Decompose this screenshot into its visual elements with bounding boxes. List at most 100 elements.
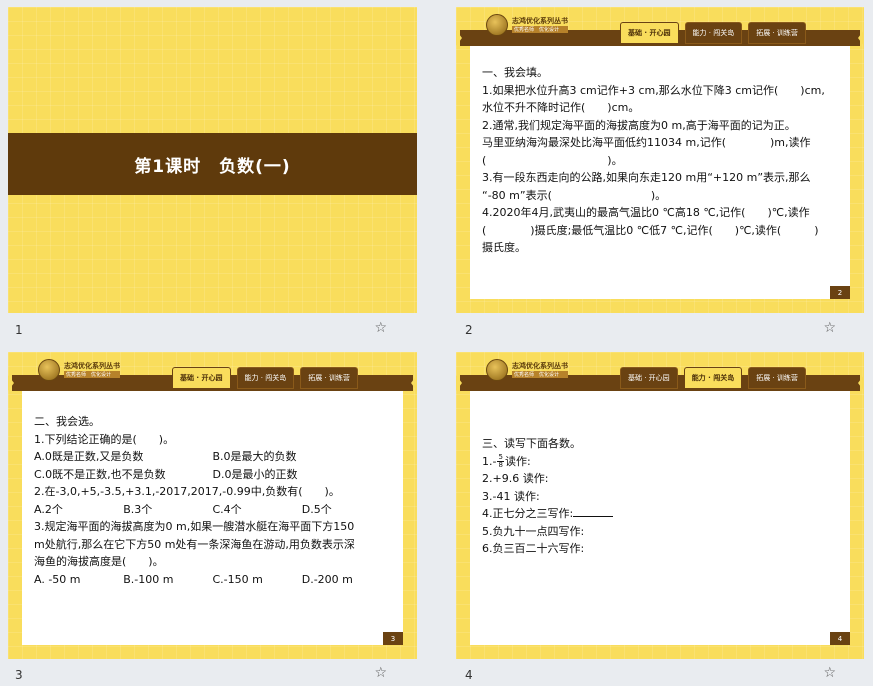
slide-footer-4: 4 ☆ [465,665,836,686]
option-d: D.-200 m [301,572,353,586]
banner-notch-left [8,375,14,391]
read-write-item: 3.-41 读作: [482,488,838,506]
logo-subtitle: 优秀名师 优化设计 [512,371,568,378]
question-line: 2.通常,我们规定海平面的海拔高度为0 m,高于海平面的记为正。 [482,118,796,132]
question-line: 1.下列结论正确的是( )。 [34,432,175,446]
answer-line [573,507,614,517]
question-content: 三、读写下面各数。 1.- 5 8 读作: 2.+9.6 读作: 3.-41 读作: … [482,435,838,558]
slide-thumbnail-4[interactable]: 志鸿优化系列丛书 优秀名师 优化设计 基础 · 开心园 能力 · 闯关岛 拓展 … [456,352,864,659]
slide-2-canvas: 志鸿优化系列丛书 优秀名师 优化设计 基础 · 开心园 能力 · 闯关岛 拓展 … [456,7,864,313]
slide-thumbnail-1[interactable]: 第1课时 负数(一) [8,7,417,313]
section-heading: 二、我会选。 [34,415,100,428]
star-outline-icon[interactable]: ☆ [823,665,836,681]
page-number-badge: 4 [830,632,850,645]
slide-footer-1: 1 ☆ [15,320,387,343]
star-outline-icon[interactable]: ☆ [374,320,387,336]
question-content: 二、我会选。 1.下列结论正确的是( )。 A.0既是正数,又是负数 B.0是最… [34,413,391,588]
star-outline-icon[interactable]: ☆ [374,665,387,681]
banner-notch-right [411,375,417,391]
page-number-badge: 3 [383,632,403,645]
slide-number: 1 [15,323,23,337]
item-number: 1. [482,454,493,468]
slide-number: 3 [15,668,23,682]
option-c: C.0既不是正数,也不是负数 [34,467,166,481]
option-b: B.3个 [123,502,153,516]
slide-thumbnail-2[interactable]: 志鸿优化系列丛书 优秀名师 优化设计 基础 · 开心园 能力 · 闯关岛 拓展 … [456,7,864,313]
logo-title: 志鸿优化系列丛书 [64,362,120,370]
logo-emblem-icon [486,14,508,36]
answer-options: C.0既不是正数,也不是负数 D.0是最小的正数 [34,466,391,484]
option-d: D.0是最小的正数 [212,467,298,481]
tab-extension[interactable]: 拓展 · 训练营 [748,22,806,44]
series-logo: 志鸿优化系列丛书 优秀名师 优化设计 [38,359,120,381]
question-line: ( )摄氏度;最低气温比0 ℃低7 ℃,记作( )℃,读作( ) [482,223,819,237]
question-line: 马里亚纳海沟最深处比海平面低约11034 m,记作( )m,读作 [482,136,811,149]
answer-options: A.0既是正数,又是负数 B.0是最大的负数 [34,448,391,466]
page-number-badge: 2 [830,286,850,299]
slide-thumbnail-3[interactable]: 志鸿优化系列丛书 优秀名师 优化设计 基础 · 开心园 能力 · 闯关岛 拓展 … [8,352,417,659]
read-write-item: 6.负三百二十六写作: [482,540,838,558]
option-a: A.0既是正数,又是负数 [34,450,144,463]
fraction: 58 [497,454,504,469]
item-number: 4. [482,507,493,520]
item-number: 2. [482,472,493,485]
slide-number: 2 [465,323,473,337]
answer-options: A.2个 B.3个 C.4个 D.5个 [34,501,391,519]
section-heading: 三、读写下面各数。 [482,437,581,450]
item-text: +9.6 读作: [492,472,549,485]
answer-options: A. -50 m B.-100 m C.-150 m D.-200 m [34,571,391,589]
question-line: 3.有一段东西走向的公路,如果向东走120 m用“+120 m”表示,那么 [482,171,811,184]
tab-ability[interactable]: 能力 · 闯关岛 [683,367,743,389]
option-a: A. -50 m [34,572,81,586]
tab-basic[interactable]: 基础 · 开心园 [620,22,679,44]
slide-3-canvas: 志鸿优化系列丛书 优秀名师 优化设计 基础 · 开心园 能力 · 闯关岛 拓展 … [8,352,417,659]
item-text: 负九十一点四写作: [492,524,585,538]
question-line: ( )。 [482,153,623,167]
question-line: “-80 m”表示( )。 [482,188,667,202]
option-c: C.4个 [212,502,242,516]
series-logo: 志鸿优化系列丛书 优秀名师 优化设计 [486,359,568,381]
question-content: 一、我会填。 1.如果把水位升高3 cm记作+3 cm,那么水位下降3 cm记作… [482,64,838,257]
item-number: 6. [482,542,493,555]
tab-extension[interactable]: 拓展 · 训练营 [748,367,806,389]
read-write-item: 1.- 5 8 读作: [482,453,838,471]
question-line: 3.规定海平面的海拔高度为0 m,如果一艘潜水艇在海平面下方150 [34,520,355,533]
option-b: B.0是最大的负数 [212,450,297,463]
option-c: C.-150 m [212,572,263,586]
star-outline-icon[interactable]: ☆ [823,320,836,336]
question-line: 海鱼的海拔高度是( )。 [34,555,164,568]
read-write-item: 2.+9.6 读作: [482,470,838,488]
tab-extension[interactable]: 拓展 · 训练营 [300,367,358,389]
title-band: 第1课时 负数(一) [8,133,417,195]
series-logo: 志鸿优化系列丛书 优秀名师 优化设计 [486,14,568,36]
item-text: 负三百二十六写作: [492,542,585,555]
banner-notch-left [456,30,462,46]
question-line: 1.如果把水位升高3 cm记作+3 cm,那么水位下降3 cm记作( )cm, [482,83,825,97]
option-a: A.2个 [34,502,63,516]
tab-basic[interactable]: 基础 · 开心园 [620,367,678,389]
logo-subtitle: 优秀名师 优化设计 [64,371,120,378]
section-tabs: 基础 · 开心园 能力 · 闯关岛 拓展 · 训练营 [172,367,358,389]
tab-ability[interactable]: 能力 · 闯关岛 [684,22,743,44]
slide-footer-3: 3 ☆ [15,665,387,686]
content-paper: 三、读写下面各数。 1.- 5 8 读作: 2.+9.6 读作: 3.-41 读作: … [470,391,850,645]
option-d: D.5个 [301,502,332,516]
banner-notch-right [858,375,864,391]
question-line: m处航行,那么在它下方50 m处有一条深海鱼在游动,用负数表示深 [34,537,355,551]
question-line: 水位不升不降时记作( )cm。 [482,101,640,114]
logo-emblem-icon [486,359,508,381]
fraction-denominator: 8 [498,461,503,469]
logo-title: 志鸿优化系列丛书 [512,17,568,25]
slide-footer-2: 2 ☆ [465,320,836,343]
question-line: 摄氏度。 [482,241,526,254]
tab-basic[interactable]: 基础 · 开心园 [172,367,231,389]
logo-subtitle: 优秀名师 优化设计 [512,26,568,33]
slide-number: 4 [465,668,473,682]
option-b: B.-100 m [123,572,174,586]
tab-ability[interactable]: 能力 · 闯关岛 [236,367,295,389]
question-line: 2.在-3,0,+5,-3.5,+3.1,-2017,2017,-0.99中,负… [34,485,340,498]
banner-notch-left [456,375,462,391]
question-line: 4.2020年4月,武夷山的最高气温比0 ℃高18 ℃,记作( )℃,读作 [482,206,810,219]
section-tabs: 基础 · 开心园 能力 · 闯关岛 拓展 · 训练营 [620,22,806,44]
item-number: 5. [482,524,493,538]
